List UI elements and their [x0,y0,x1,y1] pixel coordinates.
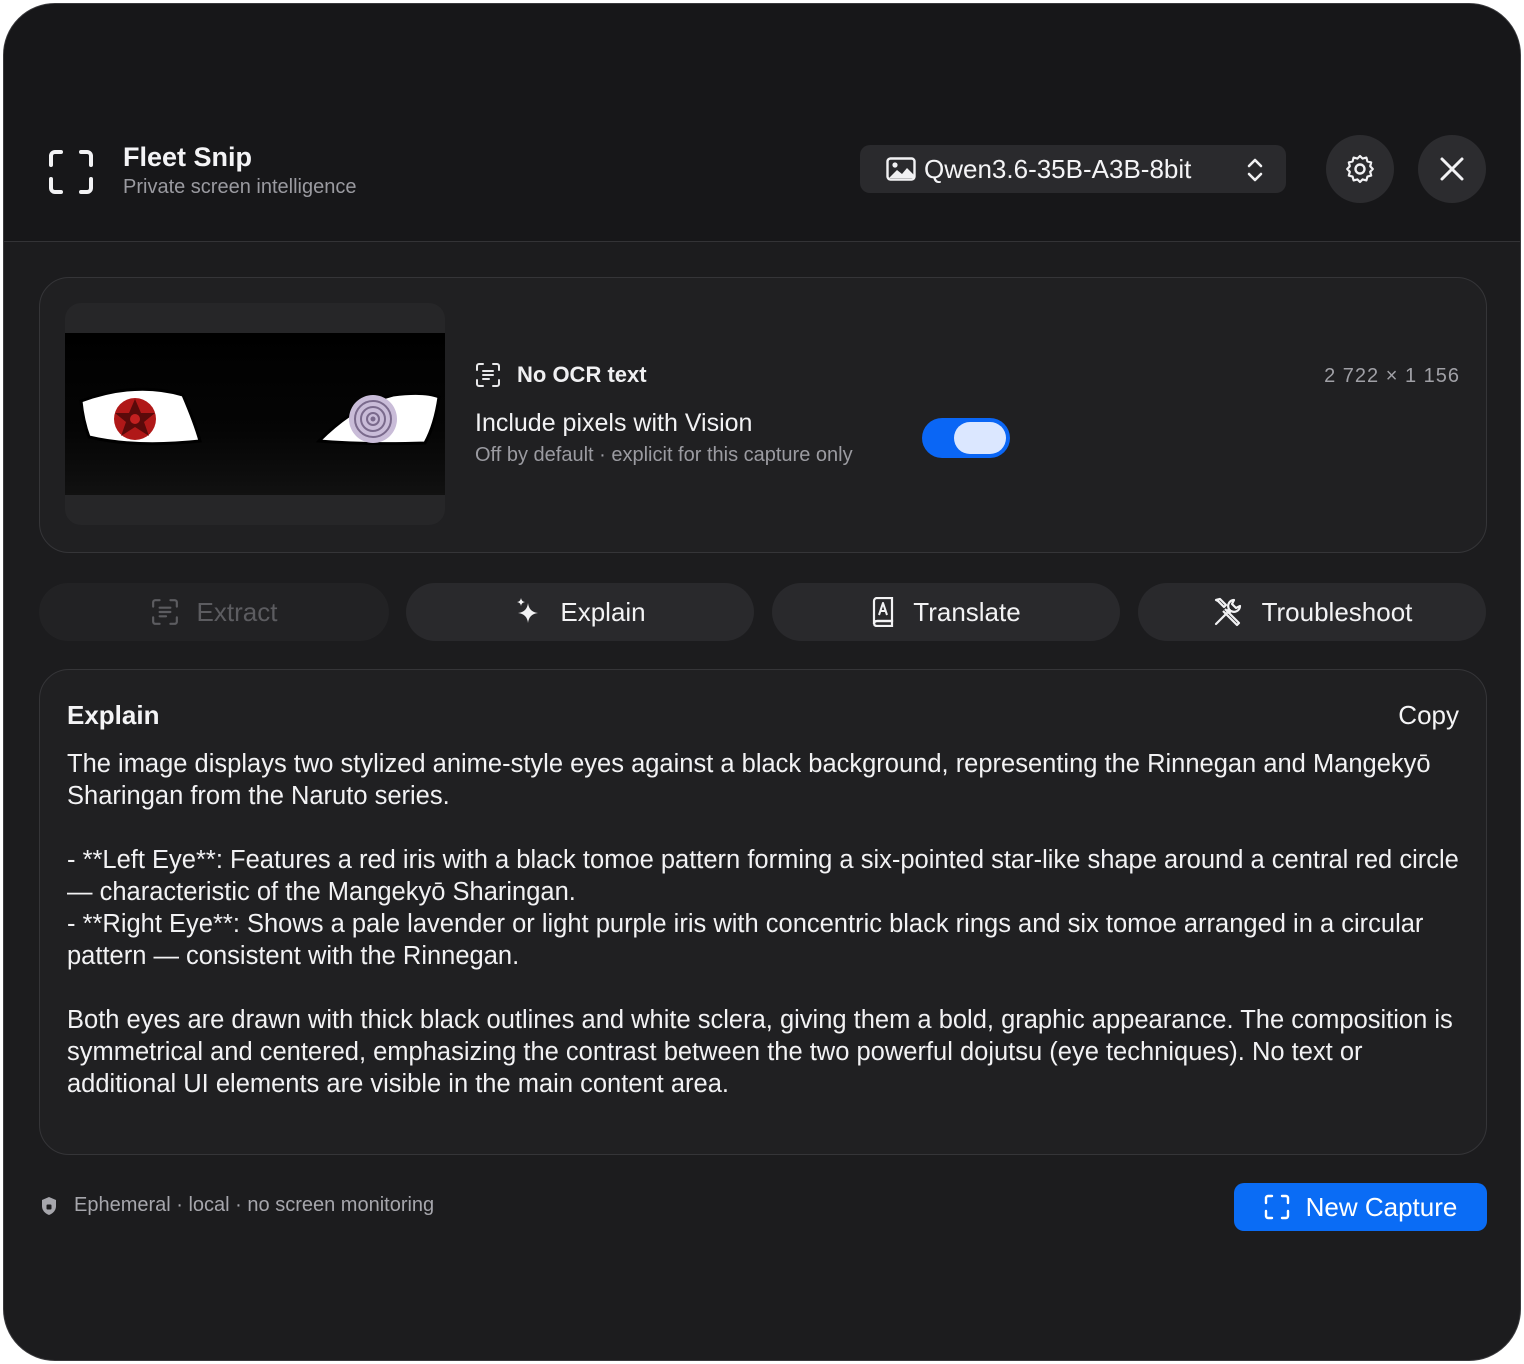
troubleshoot-button[interactable]: Troubleshoot [1138,583,1486,641]
header: Fleet Snip Private screen intelligence Q… [4,4,1520,242]
shield-icon [42,1196,56,1215]
gear-icon [1346,154,1374,184]
app-subtitle: Private screen intelligence [123,176,357,198]
privacy-note: Ephemeral · local · no screen monitoring [40,1194,434,1217]
translate-button[interactable]: Translate [772,583,1120,641]
copy-button[interactable]: Copy [1398,700,1459,731]
ocr-status: No OCR text [475,362,647,388]
app-title: Fleet Snip [123,142,253,172]
troubleshoot-button-label: Troubleshoot [1261,596,1413,627]
close-button[interactable] [1418,135,1486,203]
extract-button[interactable]: Extract [39,583,389,641]
result-paragraph: The image displays two stylized anime-st… [67,750,1431,810]
text-scan-icon [151,599,178,625]
sparkles-icon [517,598,539,623]
vision-toggle-knob [954,422,1006,454]
chevron-up-down-icon [1247,158,1263,182]
eyes-image [79,387,441,446]
explain-button-label: Explain [560,596,646,627]
settings-button[interactable] [1326,135,1394,203]
explain-button[interactable]: Explain [406,583,754,641]
tools-icon [1214,597,1241,627]
ocr-status-label: No OCR text [517,362,647,387]
capture-frame-icon [49,150,93,194]
privacy-note-text: Ephemeral · local · no screen monitoring [74,1194,435,1216]
app-window: Fleet Snip Private screen intelligence Q… [3,3,1521,1361]
new-capture-label: New Capture [1305,1191,1458,1222]
vision-toggle-subtitle: Off by default · explicit for this captu… [475,444,853,466]
result-paragraph: - **Left Eye**: Features a red iris with… [67,846,1459,970]
model-selector-label: Qwen3.6-35B-A3B-8bit [924,153,1192,184]
translate-book-icon [873,597,894,627]
vision-toggle[interactable] [922,418,1010,458]
result-text: The image displays two stylized anime-st… [67,748,1462,1132]
capture-frame-icon [1264,1194,1289,1220]
capture-dimensions: 2 722 × 1 156 [1324,365,1460,387]
capture-preview-image [65,333,445,495]
translate-button-label: Translate [913,596,1021,627]
capture-thumbnail [65,303,445,525]
text-scan-icon [476,363,500,387]
image-icon [886,157,916,181]
vision-toggle-title: Include pixels with Vision [475,409,753,437]
result-paragraph: Both eyes are drawn with thick black out… [67,1006,1453,1098]
model-selector[interactable]: Qwen3.6-35B-A3B-8bit [860,145,1286,193]
new-capture-button[interactable]: New Capture [1234,1183,1487,1231]
extract-button-label: Extract [196,596,278,627]
capture-card: No OCR text 2 722 × 1 156 Include pixels… [39,277,1487,553]
close-icon [1440,157,1464,181]
result-card: Explain Copy The image displays two styl… [39,669,1487,1155]
result-title: Explain [67,700,160,730]
